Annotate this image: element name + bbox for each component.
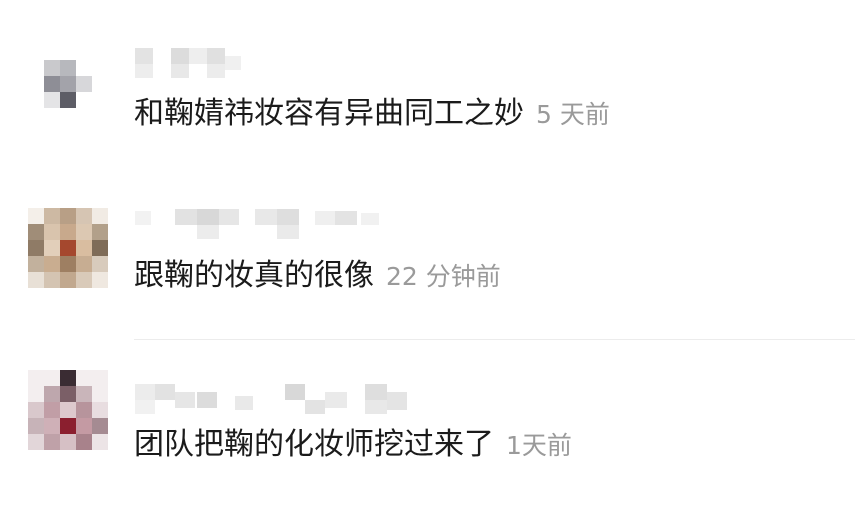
username-blurred[interactable] [135, 207, 385, 243]
username-blurred[interactable] [135, 46, 245, 82]
username-blurred[interactable] [135, 382, 425, 418]
comment-divider [134, 339, 855, 340]
comment-body: 跟鞠的妆真的很像 22 分钟前 [134, 261, 501, 291]
comment-timestamp: 5 天前 [536, 100, 610, 129]
avatar[interactable] [28, 208, 108, 288]
comment-text: 团队把鞠的化妆师挖过来了 [134, 427, 494, 462]
comment-timestamp: 1天前 [506, 431, 572, 460]
comment-timestamp: 22 分钟前 [386, 262, 501, 291]
comment-text: 和鞠婧祎妆容有异曲同工之妙 [134, 96, 524, 131]
avatar[interactable] [28, 370, 108, 450]
comment-body: 和鞠婧祎妆容有异曲同工之妙 5 天前 [134, 99, 610, 129]
comment-text: 跟鞠的妆真的很像 [134, 258, 374, 293]
avatar[interactable] [28, 40, 108, 120]
comment-body: 团队把鞠的化妆师挖过来了 1天前 [134, 430, 572, 460]
